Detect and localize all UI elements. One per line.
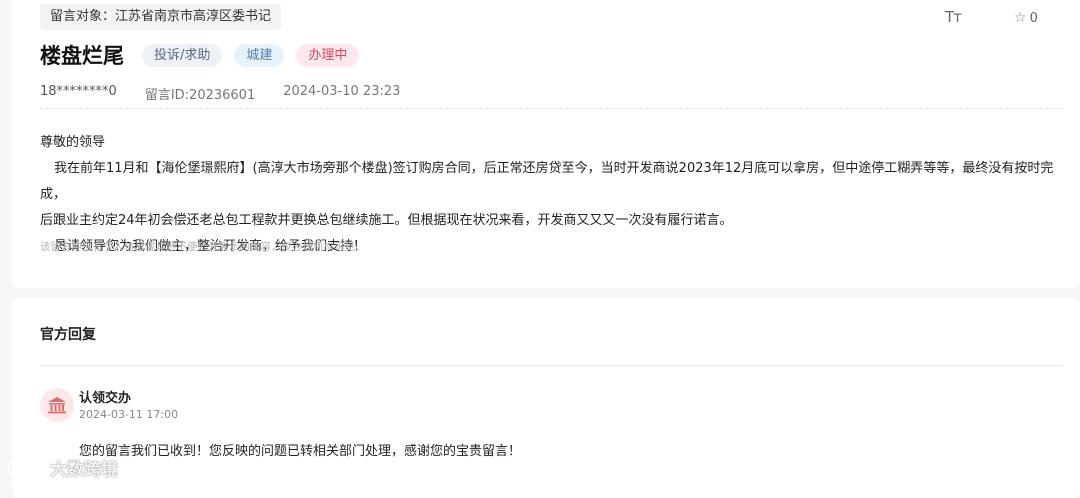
reply-card: 官方回复 认领交办 2024-03-11 17:00 您的留言我们已收到！您反映… <box>12 298 1080 498</box>
reply-heading: 官方回复 <box>40 327 96 343</box>
user-id: 18********0 <box>40 84 117 99</box>
message-meta: 18********0 留言ID:20236601 2024-03-10 23:… <box>40 84 400 103</box>
reply-text: 您的留言我们已收到！您反映的问题已转相关部门处理，感谢您的宝贵留言！ <box>79 444 522 459</box>
content-paragraph-1-cont: 后跟业主约定24年初会偿还老总包工程款并更换总包继续施工。但根据现在状况来看，开… <box>40 213 733 228</box>
tag-type: 投诉/求助 <box>142 43 223 67</box>
star-icon: ☆ <box>1014 10 1027 26</box>
star-count: 0 <box>1029 10 1038 26</box>
content-paragraph-1: 我在前年11月和【海伦堡璟熙府】(高淳大市场旁那个楼盘)签订购房合同，后正常还房… <box>40 161 1054 202</box>
tag-category: 城建 <box>234 43 285 67</box>
page-title: 楼盘烂尾 <box>40 44 124 68</box>
message-datetime: 2024-03-10 23:23 <box>283 84 401 99</box>
privacy-note: 该留言中含有个人信息或其他不便公开展示的内容，仅办理机构可见。 <box>40 241 366 253</box>
watermark-text: 大数跨境 <box>50 460 118 480</box>
divider <box>40 108 1063 109</box>
reply-org-name: 认领交办 <box>79 391 132 406</box>
watermark: 大数跨境 <box>6 455 118 480</box>
reply-time: 2024-03-11 17:00 <box>79 408 179 421</box>
content-salutation: 尊敬的领导 <box>40 135 106 150</box>
message-id: 留言ID:20236601 <box>144 88 256 103</box>
watermark-logo-icon <box>7 459 43 475</box>
message-card: 留言对象：江苏省南京市高淳区委书记 Tт ☆ 0 楼盘烂尾 投诉/求助 城建 办… <box>12 0 1080 288</box>
message-target: 留言对象：江苏省南京市高淳区委书记 <box>40 4 282 30</box>
font-size-button[interactable]: Tт <box>945 8 962 26</box>
favorite-button[interactable]: ☆ 0 <box>1014 10 1038 26</box>
title-row: 楼盘烂尾 投诉/求助 城建 办理中 <box>40 40 360 70</box>
government-building-icon <box>40 388 74 422</box>
status-badge: 办理中 <box>296 43 360 67</box>
reply-divider <box>40 365 1063 366</box>
font-size-icon: Tт <box>945 8 962 26</box>
